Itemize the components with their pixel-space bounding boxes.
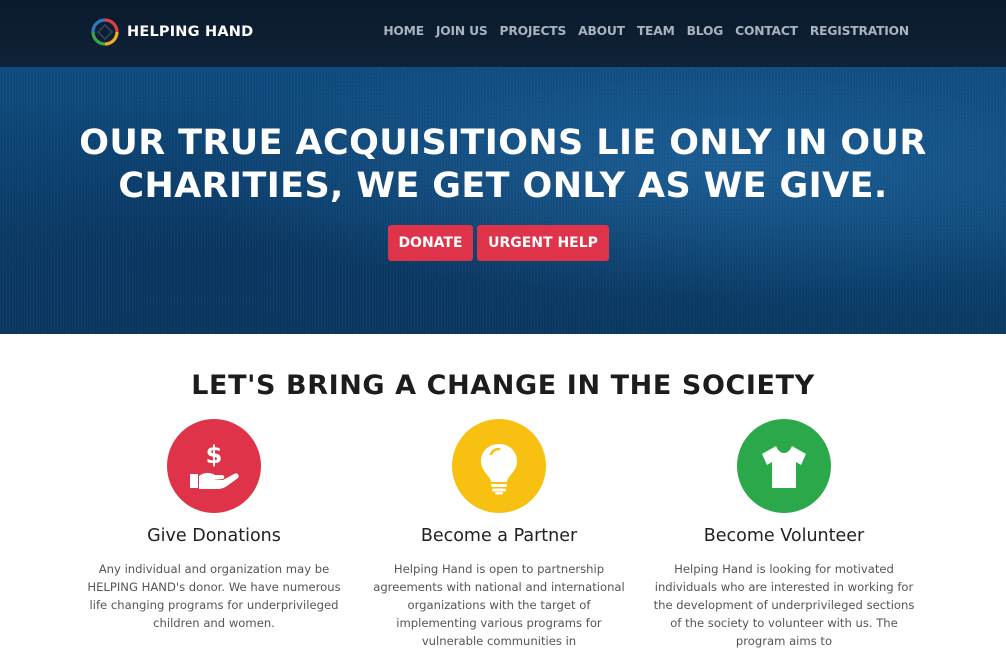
nav-item-contact[interactable]: CONTACT [735, 22, 798, 40]
feature-become-partner: Become a Partner Helping Hand is open to… [364, 419, 634, 650]
nav-item-about[interactable]: ABOUT [578, 22, 625, 40]
feature-icon-circle[interactable] [737, 419, 831, 513]
hero-buttons: DONATE URGENT HELP [388, 225, 609, 261]
feature-description: Helping Hand is open to partnership agre… [373, 562, 625, 648]
svg-text:$: $ [206, 441, 223, 469]
donate-button[interactable]: DONATE [388, 225, 473, 261]
nav-item-team[interactable]: TEAM [637, 22, 675, 40]
feature-icon-circle[interactable] [452, 419, 546, 513]
feature-title: Give Donations [147, 526, 281, 546]
feature-title: Become Volunteer [703, 526, 865, 546]
brand-name: HELPING HAND [127, 24, 254, 40]
brand[interactable]: HELPING HAND [90, 18, 253, 46]
main-nav: HOME JOIN US PROJECTS ABOUT TEAM BLOG CO… [383, 22, 909, 40]
feature-give-donations: $ Give Donations Any individual and orga… [79, 419, 349, 632]
nav-item-registration[interactable]: REGISTRATION [810, 22, 909, 40]
nav-item-home[interactable]: HOME [383, 22, 424, 40]
circular-arrows-logo-icon [91, 18, 119, 46]
feature-icon-circle[interactable]: $ [167, 419, 261, 513]
hero-banner: OUR TRUE ACQUISITIONS LIE ONLY IN OUR CH… [0, 67, 1006, 334]
urgent-help-button[interactable]: URGENT HELP [477, 225, 609, 261]
lightbulb-icon [481, 444, 517, 495]
nav-item-join-us[interactable]: JOIN US [436, 22, 488, 40]
section-title: LET'S BRING A CHANGE IN THE SOCIETY [191, 370, 815, 401]
feature-title: Become a Partner [420, 526, 578, 546]
feature-become-volunteer: Become Volunteer Helping Hand is looking… [649, 419, 919, 650]
dollar-hand-icon: $ [190, 441, 239, 489]
feature-description: Helping Hand is looking for motivated in… [653, 562, 915, 648]
nav-item-projects[interactable]: PROJECTS [500, 22, 567, 40]
top-navbar: HELPING HAND HOME JOIN US PROJECTS ABOUT… [0, 0, 1006, 67]
tshirt-icon [762, 446, 806, 488]
nav-item-blog[interactable]: BLOG [687, 22, 724, 40]
feature-description: Any individual and organization may be H… [87, 562, 341, 630]
hero-title: OUR TRUE ACQUISITIONS LIE ONLY IN OUR CH… [79, 123, 927, 206]
